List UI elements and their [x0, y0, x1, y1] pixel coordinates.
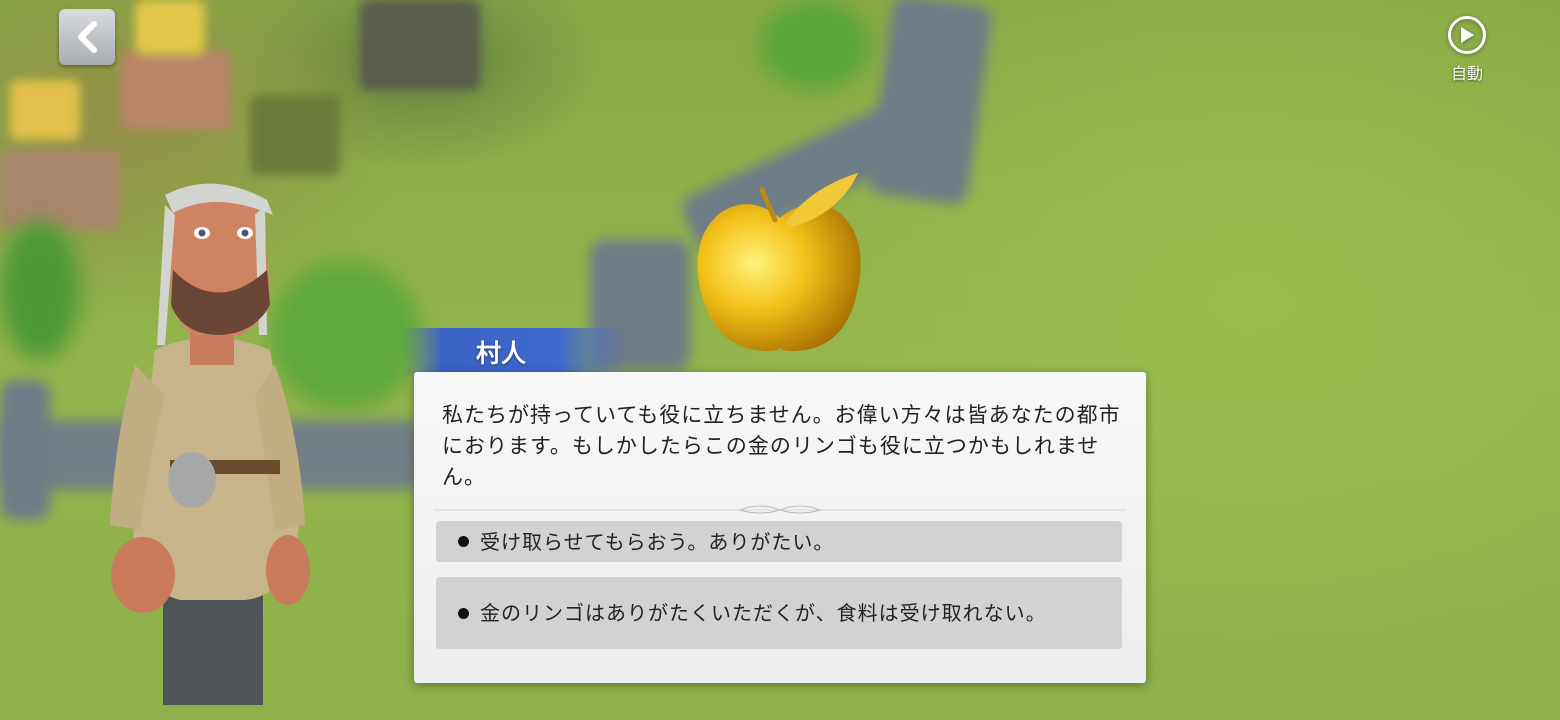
auto-play-button[interactable]: 自動 [1438, 16, 1496, 84]
speaker-name-tab: 村人 [402, 328, 628, 376]
chevron-left-icon [78, 21, 97, 53]
speaker-name: 村人 [475, 339, 526, 368]
divider-ornament [434, 505, 1126, 514]
dialog-box: 私たちが持っていても役に立ちません。お偉い方々は皆あなたの都市におります。もしか… [414, 372, 1146, 683]
golden-apple-icon [697, 173, 861, 352]
map-wall [0, 380, 50, 520]
bullet-icon [458, 536, 469, 547]
back-button[interactable] [59, 9, 115, 65]
play-circle-icon [1448, 16, 1486, 54]
map-wall [866, 0, 994, 206]
map-tree [760, 0, 870, 90]
option-label: 金のリンゴはありがたくいただくが、食料は受け取れない。 [480, 601, 1047, 625]
auto-play-label: 自動 [1450, 64, 1483, 83]
option-label: 受け取らせてもらおう。ありがたい。 [480, 529, 835, 554]
map-building [120, 50, 230, 130]
dialog-message: 私たちが持っていても役に立ちません。お偉い方々は皆あなたの都市におります。もしか… [442, 403, 1121, 489]
map-building [10, 80, 80, 140]
villager-character [110, 183, 310, 705]
dialog-option-accept[interactable]: 受け取らせてもらおう。ありがたい。 [436, 521, 1122, 562]
map-building [360, 0, 480, 90]
map-building [135, 0, 205, 55]
map-building [250, 95, 340, 175]
dialog-option-apple-only[interactable]: 金のリンゴはありがたくいただくが、食料は受け取れない。 [436, 577, 1122, 649]
map-tree [0, 220, 80, 360]
bullet-icon [458, 607, 469, 619]
